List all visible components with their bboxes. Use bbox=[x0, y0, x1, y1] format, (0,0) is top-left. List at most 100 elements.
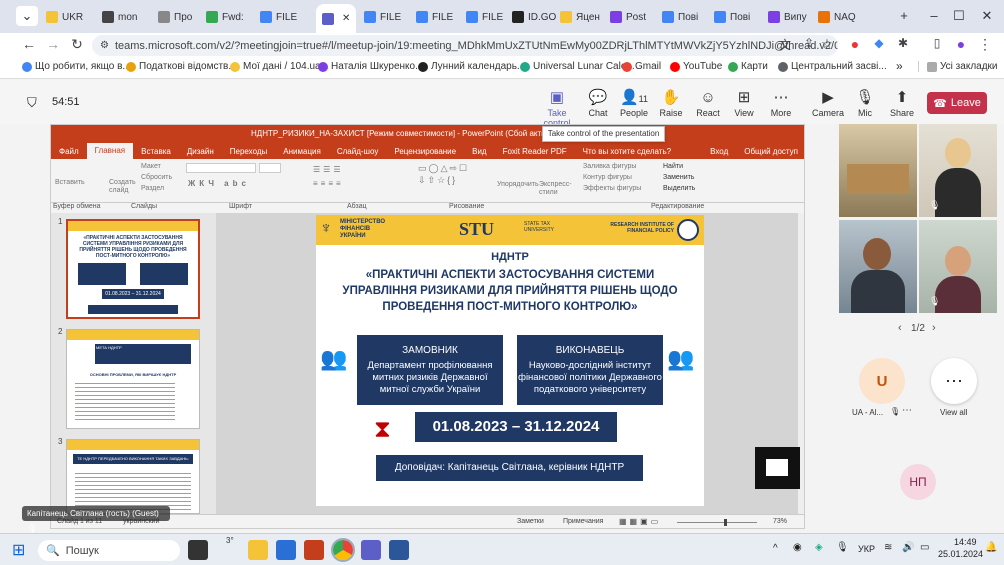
comments-button[interactable]: Примечания bbox=[563, 518, 603, 525]
shapes-gallery[interactable]: ▭◯△⇨☐ bbox=[418, 163, 469, 174]
browser-tab[interactable]: Яцен bbox=[560, 6, 600, 28]
bookmark-item[interactable]: Universal Lunar Cale... bbox=[520, 61, 635, 72]
list-buttons[interactable]: ☰☰☰ bbox=[313, 165, 344, 174]
camera-button[interactable]: ▶ Camera bbox=[808, 88, 848, 118]
browser-tab[interactable]: Випу bbox=[768, 6, 807, 28]
participant-video-4[interactable]: 🎙 bbox=[919, 220, 997, 313]
volume-icon[interactable]: 🔊 bbox=[902, 542, 914, 553]
bookmark-item[interactable]: YouTube bbox=[670, 61, 722, 72]
thumbnail-slide-3[interactable]: ТЕ НДНТР ПЕРЕДБАЧЕНО ВИКОНАННЯ ТАКИХ ЗАВ… bbox=[66, 439, 200, 514]
new-slide-button[interactable]: Создать слайд bbox=[109, 179, 136, 195]
leave-button[interactable]: ☎ Leave bbox=[927, 92, 987, 114]
bookmark-item[interactable]: Податкові відомств... bbox=[126, 61, 237, 72]
section-button[interactable]: Раздел bbox=[141, 185, 164, 192]
np-avatar[interactable]: НП bbox=[900, 464, 936, 500]
presenter-mini-box[interactable] bbox=[755, 447, 800, 489]
ppt-menu-item[interactable]: Анимация bbox=[275, 147, 329, 156]
battery-icon[interactable]: ▭ bbox=[920, 542, 929, 553]
font-style-buttons[interactable]: ЖКЧ abc bbox=[188, 179, 250, 188]
task-view-icon[interactable] bbox=[188, 540, 208, 560]
share-button[interactable]: ⬆ Share bbox=[882, 88, 922, 118]
notification-bell-icon[interactable]: 🔔 bbox=[985, 542, 997, 553]
maximize-icon[interactable]: ☐ bbox=[948, 6, 970, 26]
ppt-share-button[interactable]: Общий доступ bbox=[736, 147, 804, 156]
find-button[interactable]: Найти bbox=[663, 163, 683, 170]
browser-tab[interactable]: Пові bbox=[662, 6, 698, 28]
view-all-label[interactable]: View all bbox=[940, 408, 967, 417]
shape-effects-button[interactable]: Эффекты фигуры bbox=[583, 185, 641, 192]
ppt-menu-item[interactable]: Главная bbox=[86, 143, 134, 159]
input-language[interactable]: УКР bbox=[858, 544, 875, 554]
arrange-button[interactable]: Упорядочить bbox=[497, 181, 539, 188]
tray-app-icon-2[interactable]: ◈ bbox=[815, 542, 823, 553]
browser-tab[interactable]: NAQ bbox=[818, 6, 856, 28]
select-button[interactable]: Выделить bbox=[663, 185, 695, 192]
browser-tab[interactable]: UKR bbox=[46, 6, 83, 28]
zoom-slider-thumb[interactable] bbox=[724, 519, 727, 526]
chat-button[interactable]: 💬 Chat bbox=[578, 88, 618, 118]
tray-mic-icon[interactable]: 🎙 bbox=[836, 542, 849, 553]
pager-prev-icon[interactable]: ‹ bbox=[898, 322, 902, 334]
paste-button[interactable]: Вставить bbox=[55, 179, 85, 186]
translate-icon[interactable]: 文 bbox=[776, 36, 794, 53]
participant-video-1[interactable] bbox=[839, 124, 917, 217]
bookmark-item[interactable]: Центральний засві... bbox=[778, 61, 887, 72]
close-tab-icon[interactable]: ✕ bbox=[342, 13, 350, 24]
close-window-icon[interactable]: ✕ bbox=[976, 6, 998, 26]
browser-tab[interactable]: Post bbox=[610, 6, 646, 28]
tray-app-icon-1[interactable]: ◉ bbox=[793, 542, 802, 553]
shield-extension-icon[interactable]: ◆ bbox=[870, 36, 888, 50]
browser-tab[interactable]: Пові bbox=[714, 6, 750, 28]
word-taskbar-icon[interactable] bbox=[389, 540, 409, 560]
ppt-menu-item[interactable]: Вставка bbox=[133, 147, 179, 156]
quick-styles-button[interactable]: Экспресс-стили bbox=[539, 181, 572, 197]
pager-next-icon[interactable]: › bbox=[932, 322, 936, 334]
profile-avatar-icon[interactable]: ● bbox=[952, 36, 970, 52]
take-control-button[interactable]: ▣ Take control bbox=[537, 88, 577, 128]
participant-video-2[interactable]: 🎙 bbox=[919, 124, 997, 217]
file-explorer-icon[interactable] bbox=[248, 540, 268, 560]
reload-icon[interactable]: ↻ bbox=[68, 36, 86, 53]
taskbar-search[interactable]: 🔍 Пошук bbox=[38, 540, 180, 561]
react-button[interactable]: ☺ React bbox=[688, 88, 728, 118]
view-all-ellipsis-icon[interactable]: ⋯ bbox=[931, 358, 977, 404]
more-button[interactable]: ⋯ More bbox=[761, 88, 801, 118]
wifi-icon[interactable]: ≋ bbox=[884, 542, 892, 553]
url-field[interactable]: ⚙ teams.microsoft.com/v2/?meetingjoin=tr… bbox=[92, 35, 838, 56]
chrome-menu-icon[interactable]: ⋮ bbox=[976, 36, 994, 53]
view-button[interactable]: ⊞ View bbox=[724, 88, 764, 118]
people-button[interactable]: 👤11 People bbox=[614, 88, 654, 118]
shapes-gallery-row2[interactable]: ⇩⇧☆{} bbox=[418, 175, 457, 186]
ppt-menu-item[interactable]: Foxit Reader PDF bbox=[495, 147, 575, 156]
mic-button[interactable]: 🎙 Mic bbox=[845, 88, 885, 118]
ppt-menu-item[interactable]: Дизайн bbox=[179, 147, 222, 156]
align-buttons[interactable]: ≡≡≡≡ bbox=[313, 179, 344, 188]
teams-taskbar-icon[interactable] bbox=[361, 540, 381, 560]
browser-tab[interactable]: mon bbox=[102, 6, 137, 28]
ppt-menu-item[interactable]: Рецензирование bbox=[386, 147, 464, 156]
browser-tab[interactable]: ✕ bbox=[316, 4, 357, 33]
browser-tab[interactable]: Fwd: bbox=[206, 6, 244, 28]
tab-search-chevron-icon[interactable]: ⌄ bbox=[16, 6, 38, 26]
clock-date[interactable]: 25.01.2024 bbox=[938, 549, 983, 559]
ppt-menu-item[interactable]: Слайд-шоу bbox=[329, 147, 386, 156]
forward-arrow-icon[interactable]: → bbox=[44, 36, 62, 52]
share-url-icon[interactable]: ⇪ bbox=[800, 36, 818, 50]
sidebar-icon[interactable]: ▯ bbox=[928, 36, 946, 50]
browser-tab[interactable]: FILE bbox=[416, 6, 453, 28]
replace-button[interactable]: Заменить bbox=[663, 174, 694, 181]
bookmark-item[interactable]: Мої дані / 104.ua bbox=[230, 61, 321, 72]
reset-button[interactable]: Сбросить bbox=[141, 174, 172, 181]
minimize-icon[interactable]: – bbox=[923, 6, 945, 26]
participant-avatar-u[interactable]: U bbox=[859, 358, 905, 404]
notes-button[interactable]: Заметки bbox=[517, 518, 544, 525]
all-bookmarks-link[interactable]: Усі закладки bbox=[918, 61, 998, 72]
participant-more-icon[interactable]: ⋯ bbox=[902, 405, 912, 416]
clock-time[interactable]: 14:49 bbox=[954, 537, 977, 547]
opera-extension-icon[interactable]: ● bbox=[846, 36, 864, 52]
ppt-menu-item[interactable]: Что вы хотите сделать? bbox=[575, 147, 679, 156]
chrome-taskbar-icon[interactable] bbox=[331, 538, 355, 562]
bookmark-item[interactable]: Gmail bbox=[622, 61, 661, 72]
bookmark-item[interactable]: Наталія Шкуренко... bbox=[318, 61, 423, 72]
bookmark-item[interactable]: Лунний календарь... bbox=[418, 61, 525, 72]
